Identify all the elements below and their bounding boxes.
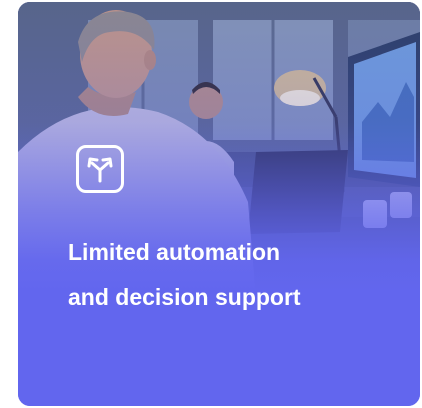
gradient-overlay [18,2,420,406]
card-title: Limited automation and decision support [68,230,408,320]
card-title-line-2: and decision support [68,284,301,310]
info-card[interactable]: Limited automation and decision support [18,2,420,406]
split-arrows-icon [76,145,124,193]
card-title-line-1: Limited automation [68,239,281,265]
